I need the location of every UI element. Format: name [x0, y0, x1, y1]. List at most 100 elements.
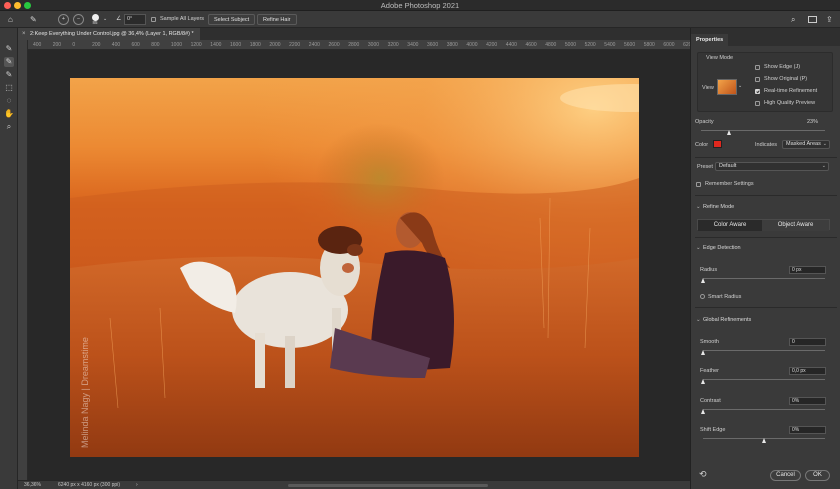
- document-tab[interactable]: × 2:Keep Everything Under Control.jpg @ …: [18, 28, 200, 40]
- brush-tool-preset-icon[interactable]: ✎: [30, 14, 37, 25]
- shift-edge-field[interactable]: 0%: [789, 426, 826, 434]
- chevron-right-icon[interactable]: ›: [136, 482, 138, 488]
- opacity-slider-knob[interactable]: [727, 130, 732, 135]
- contrast-slider-knob[interactable]: [701, 409, 705, 414]
- angle-icon: ∠: [116, 16, 122, 22]
- color-aware-button[interactable]: Color Aware: [698, 220, 762, 231]
- status-bar: 36,36% 6240 px x 4160 px (300 ppi) ›: [18, 480, 690, 489]
- subtract-from-selection-icon[interactable]: −: [73, 14, 84, 25]
- select-subject-button[interactable]: Select Subject: [208, 14, 256, 25]
- radius-slider-track[interactable]: [703, 278, 825, 279]
- feather-slider-knob[interactable]: [701, 379, 705, 384]
- add-to-selection-icon[interactable]: +: [58, 14, 69, 25]
- reset-icon[interactable]: ⟲: [699, 469, 707, 480]
- realtime-refinement-label: Real-time Refinement: [764, 88, 818, 94]
- ruler-tick-label: 1200: [190, 42, 202, 48]
- tools-panel: ✎ ✎ ✎ ⬚ ◌ ✋ ⌕: [0, 28, 18, 489]
- divider: [695, 195, 837, 196]
- angle-field[interactable]: 0°: [124, 14, 146, 25]
- lasso-tool-icon[interactable]: ◌: [4, 96, 14, 106]
- indicates-select[interactable]: Masked Areas ⌄: [782, 140, 830, 149]
- ruler-tick-label: 5600: [624, 42, 636, 48]
- remember-settings-checkbox[interactable]: [696, 182, 701, 187]
- object-aware-button[interactable]: Object Aware: [762, 220, 829, 231]
- opacity-slider-track[interactable]: [701, 130, 825, 131]
- vertical-ruler: [18, 40, 28, 480]
- chevron-down-icon: ⌄: [821, 163, 826, 169]
- chevron-down-icon[interactable]: ⌄: [738, 83, 742, 89]
- brush-tool-icon[interactable]: ✎: [4, 70, 14, 80]
- show-original-checkbox[interactable]: [755, 77, 760, 82]
- indicates-value: Masked Areas: [786, 141, 821, 147]
- high-quality-preview-checkbox[interactable]: [755, 101, 760, 106]
- contrast-label: Contrast: [700, 398, 721, 404]
- object-selection-tool-icon[interactable]: ⬚: [4, 83, 14, 93]
- shift-edge-label: Shift Edge: [700, 427, 726, 433]
- smart-radius-label: Smart Radius: [708, 294, 742, 300]
- feather-field[interactable]: 0,0 px: [789, 367, 826, 375]
- opacity-value[interactable]: 23%: [807, 119, 818, 125]
- document-info: 6240 px x 4160 px (300 ppi): [58, 482, 120, 488]
- smooth-field[interactable]: 0: [789, 338, 826, 346]
- document-tab-bar: × 2:Keep Everything Under Control.jpg @ …: [18, 28, 690, 40]
- ruler-tick-label: 4400: [505, 42, 517, 48]
- home-icon[interactable]: ⌂: [8, 14, 18, 25]
- preset-select[interactable]: Default ⌄: [715, 162, 829, 171]
- workspace-icon[interactable]: [808, 16, 817, 23]
- brush-size-picker[interactable]: 85: [88, 14, 102, 25]
- smooth-label: Smooth: [700, 339, 719, 345]
- ruler-tick-label: 400: [33, 42, 42, 48]
- ruler-tick-label: 3000: [367, 42, 380, 48]
- ruler-tick-label: 2600: [328, 42, 340, 48]
- show-edge-label: Show Edge (J): [764, 64, 801, 70]
- refine-mode-toggle: Color Aware Object Aware: [697, 219, 830, 231]
- chevron-down-icon: ⌄: [696, 317, 701, 323]
- color-swatch[interactable]: [713, 140, 722, 148]
- ruler-tick-label: 800: [151, 42, 160, 48]
- refine-mode-title: Refine Mode: [703, 204, 735, 210]
- close-icon[interactable]: ×: [22, 28, 26, 40]
- shift-edge-slider-knob[interactable]: [761, 438, 766, 443]
- ok-button[interactable]: OK: [805, 470, 830, 481]
- zoom-level[interactable]: 36,36%: [24, 482, 41, 488]
- radius-field[interactable]: 0 px: [789, 266, 826, 274]
- properties-tab[interactable]: Properties: [691, 34, 729, 46]
- view-mode-thumbnail[interactable]: [717, 79, 737, 95]
- cancel-button[interactable]: Cancel: [770, 470, 801, 481]
- document-image[interactable]: Melinda Nagy | Dreamstime: [70, 78, 639, 457]
- refine-mode-header[interactable]: ⌄ Refine Mode: [696, 204, 734, 210]
- smooth-slider-knob[interactable]: [701, 350, 705, 355]
- smart-radius-radio[interactable]: [700, 294, 705, 299]
- view-mode-group: View Mode View ⌄ Show Edge (J) Show Orig…: [697, 52, 833, 112]
- global-refinements-header[interactable]: ⌄ Global Refinements: [696, 317, 751, 323]
- ruler-tick-label: 6000: [663, 42, 675, 48]
- horizontal-scrollbar[interactable]: [288, 484, 488, 487]
- divider: [695, 157, 837, 158]
- contrast-slider-track[interactable]: [703, 409, 825, 410]
- feather-slider-track[interactable]: [703, 379, 825, 380]
- realtime-refinement-checkbox[interactable]: [755, 89, 760, 94]
- share-icon[interactable]: ⇪: [826, 14, 833, 25]
- ruler-tick-label: 1400: [210, 42, 222, 48]
- ruler-tick-label: 3400: [407, 42, 419, 48]
- divider: [695, 307, 837, 308]
- radius-slider-knob[interactable]: [701, 278, 705, 283]
- edge-detection-header[interactable]: ⌄ Edge Detection: [696, 245, 741, 251]
- refine-hair-button[interactable]: Refine Hair: [257, 14, 297, 25]
- properties-panel: Properties View Mode View ⌄ Show Edge (J…: [690, 28, 840, 489]
- hand-tool-icon[interactable]: ✋: [4, 109, 14, 119]
- chevron-down-icon: ⌄: [822, 141, 827, 147]
- search-icon[interactable]: ⌕: [791, 14, 795, 25]
- smooth-slider-track[interactable]: [703, 350, 825, 351]
- sample-all-layers-checkbox[interactable]: [151, 17, 156, 22]
- canvas-area[interactable]: Melinda Nagy | Dreamstime: [28, 50, 690, 480]
- ruler-tick-label: 4200: [486, 42, 498, 48]
- contrast-field[interactable]: 0%: [789, 397, 826, 405]
- chevron-down-icon[interactable]: ⌄: [103, 14, 107, 25]
- ruler-tick-label: 2000: [269, 42, 281, 48]
- chevron-down-icon: ⌄: [696, 245, 701, 251]
- refine-edge-brush-icon[interactable]: ✎: [4, 57, 14, 67]
- show-edge-checkbox[interactable]: [755, 65, 760, 70]
- zoom-tool-icon[interactable]: ⌕: [4, 122, 14, 132]
- quick-selection-tool-icon[interactable]: ✎: [4, 44, 14, 54]
